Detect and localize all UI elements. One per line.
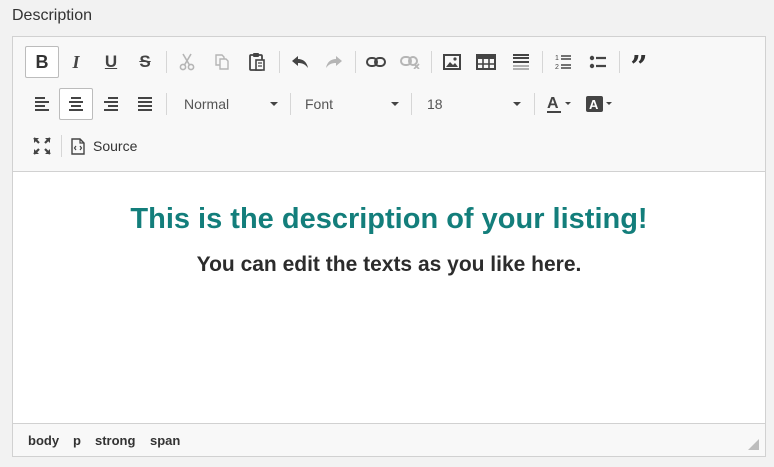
toolbar-separator <box>166 93 167 115</box>
align-right-icon <box>104 97 118 111</box>
undo-icon <box>292 56 308 68</box>
align-center-icon <box>69 97 83 111</box>
bulleted-list-button[interactable] <box>581 46 615 78</box>
toolbar-separator <box>61 135 62 157</box>
text-color-button[interactable]: A <box>543 88 577 120</box>
strikethrough-button[interactable]: S <box>128 46 162 78</box>
description-heading: This is the description of your listing! <box>130 203 648 235</box>
text-color-icon: A <box>547 95 571 113</box>
align-right-button[interactable] <box>94 88 128 120</box>
toolbar-separator <box>166 51 167 73</box>
image-button[interactable] <box>435 46 469 78</box>
path-item-body[interactable]: body <box>28 433 59 448</box>
underline-icon: U <box>104 52 118 71</box>
toolbar-separator <box>355 51 356 73</box>
scissors-icon <box>179 53 195 71</box>
toolbar-separator <box>431 51 432 73</box>
path-item-p[interactable]: p <box>73 433 81 448</box>
horizontal-line-button[interactable] <box>504 46 538 78</box>
numbered-list-icon: 12 <box>555 55 571 71</box>
underline-button[interactable]: U <box>94 46 128 78</box>
quote-icon: ” <box>630 50 648 85</box>
numbered-list-button[interactable]: 12 <box>546 46 580 78</box>
field-label: Description <box>12 7 93 24</box>
align-left-button[interactable] <box>25 88 59 120</box>
editor-content-area[interactable]: This is the description of your listing!… <box>13 173 765 423</box>
unlink-button[interactable] <box>393 46 427 78</box>
clipboard-icon <box>249 53 265 71</box>
svg-text:A: A <box>547 95 559 112</box>
toolbar-separator <box>534 93 535 115</box>
align-center-button[interactable] <box>59 88 93 120</box>
bold-button[interactable]: B <box>25 46 59 78</box>
background-color-icon: A <box>586 96 612 112</box>
path-item-span[interactable]: span <box>150 433 180 448</box>
chevron-down-icon <box>391 102 399 106</box>
italic-icon: I <box>72 51 80 72</box>
paste-button[interactable] <box>240 46 274 78</box>
table-button[interactable] <box>469 46 503 78</box>
toolbar-separator <box>619 51 620 73</box>
justify-icon <box>138 97 152 111</box>
bold-icon: B <box>35 51 49 72</box>
table-icon <box>476 54 496 70</box>
paragraph-format-value: Normal <box>184 96 230 112</box>
cut-button[interactable] <box>170 46 204 78</box>
align-left-icon <box>35 97 49 111</box>
blockquote-button[interactable]: ” <box>622 46 656 83</box>
font-size-value: 18 <box>427 96 443 112</box>
font-family-value: Font <box>305 96 334 112</box>
toolbar-separator <box>290 93 291 115</box>
undo-button[interactable] <box>283 46 317 78</box>
copy-icon <box>215 54 229 70</box>
toolbar-separator <box>279 51 280 73</box>
font-size-select[interactable]: 18 <box>427 90 525 118</box>
toolbar-separator <box>542 51 543 73</box>
redo-icon <box>326 56 342 68</box>
paragraph-format-select[interactable]: Normal <box>184 90 282 118</box>
bulleted-list-icon <box>589 55 606 69</box>
resize-handle[interactable] <box>748 439 759 450</box>
source-button[interactable]: Source <box>71 130 137 162</box>
source-code-icon <box>71 137 85 155</box>
rich-text-editor: B I U S 1 2 ” Normal Font 18 A A Source … <box>12 36 766 457</box>
editor-toolbar: B I U S 1 2 ” Normal Font 18 A A Source <box>13 37 765 172</box>
svg-text:A: A <box>589 97 599 112</box>
horizontal-line-icon <box>513 54 529 70</box>
image-icon <box>443 54 461 70</box>
chevron-down-icon <box>513 102 521 106</box>
italic-button[interactable]: I <box>59 46 93 78</box>
chevron-down-icon <box>270 102 278 106</box>
svg-text:1: 1 <box>555 55 559 62</box>
link-icon <box>366 57 386 67</box>
path-item-strong[interactable]: strong <box>95 433 135 448</box>
maximize-icon <box>33 137 51 155</box>
description-subtext: You can edit the texts as you like here. <box>196 253 582 276</box>
font-family-select[interactable]: Font <box>305 90 403 118</box>
justify-button[interactable] <box>128 88 162 120</box>
source-label: Source <box>93 138 138 154</box>
maximize-button[interactable] <box>25 130 59 162</box>
unlink-icon <box>400 56 420 69</box>
link-button[interactable] <box>359 46 393 78</box>
element-path-bar: body p strong span <box>13 423 765 456</box>
redo-button[interactable] <box>317 46 351 78</box>
toolbar-separator <box>411 93 412 115</box>
svg-text:2: 2 <box>555 64 559 71</box>
strikethrough-icon: S <box>139 52 151 71</box>
background-color-button[interactable]: A <box>583 88 617 120</box>
copy-button[interactable] <box>205 46 239 78</box>
